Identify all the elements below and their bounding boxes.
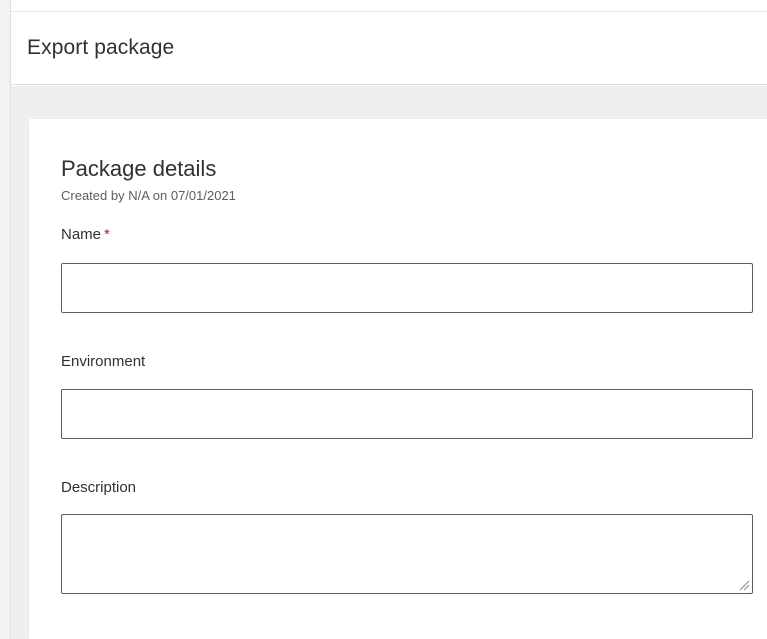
description-textarea[interactable] [61, 514, 753, 594]
description-textarea-wrapper [61, 514, 753, 594]
section-subtitle: Created by N/A on 07/01/2021 [61, 188, 236, 203]
description-field-group: Description [61, 478, 753, 594]
resize-grip-icon[interactable] [738, 579, 750, 591]
name-field-group: Name * [61, 225, 753, 313]
export-package-panel: Export package Package details Created b… [0, 0, 767, 639]
environment-label: Environment [61, 353, 146, 370]
name-label-text: Name [61, 226, 102, 243]
panel-header: Export package [11, 11, 767, 85]
description-label: Description [61, 479, 137, 496]
panel-left-edge [0, 0, 11, 639]
name-input[interactable] [61, 263, 753, 313]
page-title: Export package [27, 36, 175, 59]
environment-input[interactable] [61, 389, 753, 439]
required-indicator: * [104, 226, 110, 243]
name-label: Name * [61, 225, 753, 245]
section-title: Package details [61, 156, 217, 181]
environment-field-group: Environment [61, 352, 753, 439]
package-details-card: Package details Created by N/A on 07/01/… [29, 119, 767, 639]
